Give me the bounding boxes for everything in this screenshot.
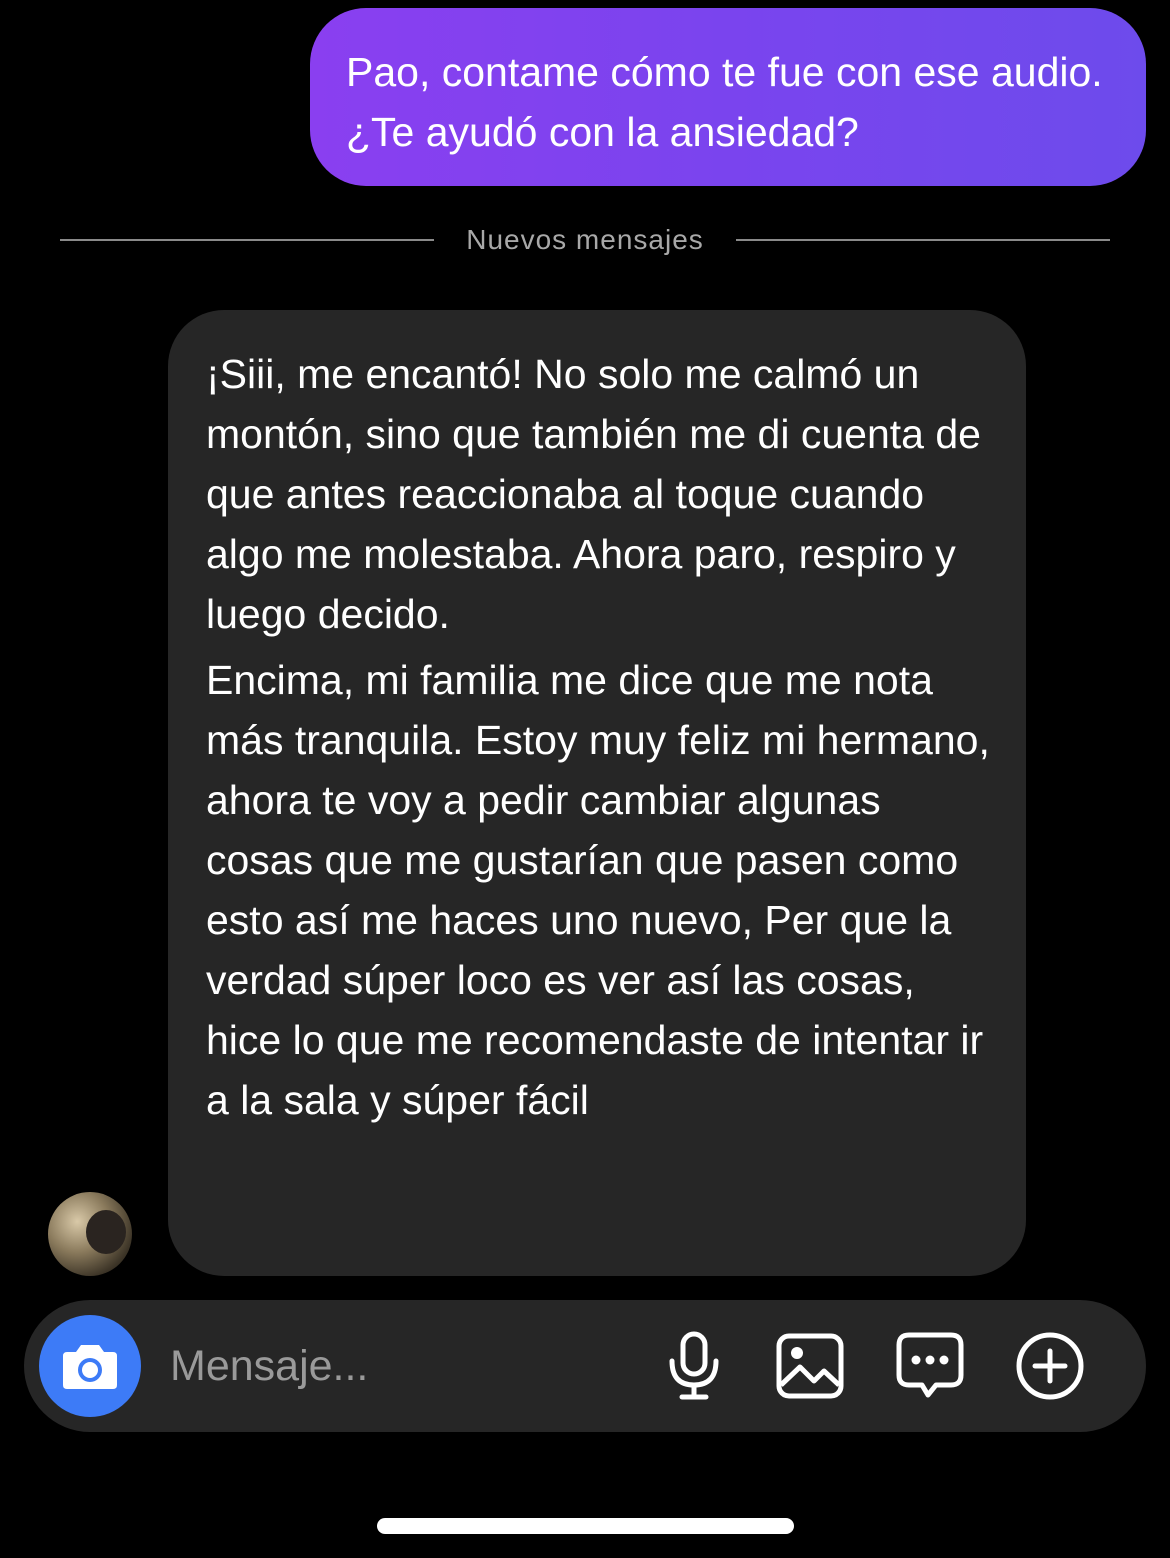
microphone-button[interactable] xyxy=(658,1330,730,1402)
home-indicator[interactable] xyxy=(377,1518,794,1534)
microphone-icon xyxy=(669,1331,719,1400)
divider-line-right xyxy=(735,239,1110,241)
incoming-message-bubble[interactable]: ¡Siii, me encantó! No solo me calmó un m… xyxy=(168,310,1026,1276)
add-button[interactable] xyxy=(1014,1330,1086,1402)
sender-avatar[interactable] xyxy=(48,1192,132,1276)
outgoing-message-bubble[interactable]: Pao, contame cómo te fue con ese audio. … xyxy=(310,8,1146,186)
incoming-message-paragraph-2: Encima, mi familia me dice que me nota m… xyxy=(206,657,990,1123)
add-icon xyxy=(1016,1332,1084,1400)
new-messages-divider: Nuevos mensajes xyxy=(60,218,1110,262)
sticker-chat-button[interactable] xyxy=(894,1330,966,1402)
gallery-icon xyxy=(776,1333,844,1399)
gallery-button[interactable] xyxy=(774,1330,846,1402)
divider-line-left xyxy=(60,239,435,241)
divider-label: Nuevos mensajes xyxy=(466,224,704,255)
outgoing-message-text: Pao, contame cómo te fue con ese audio. … xyxy=(346,49,1103,155)
camera-icon xyxy=(63,1345,117,1389)
incoming-message-paragraph-1: ¡Siii, me encantó! No solo me calmó un m… xyxy=(206,351,981,637)
sticker-chat-icon xyxy=(896,1332,964,1398)
message-input[interactable] xyxy=(170,1336,630,1396)
camera-button[interactable] xyxy=(39,1315,141,1417)
avatar-photo xyxy=(86,1210,126,1254)
message-composer xyxy=(24,1300,1146,1432)
